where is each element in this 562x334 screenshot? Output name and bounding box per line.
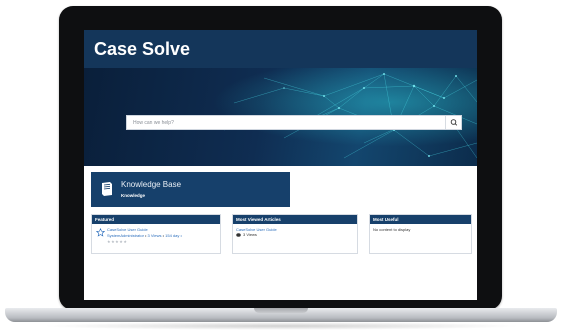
portal-header: Case Solve bbox=[84, 30, 477, 68]
featured-age: 154 day bbox=[165, 233, 180, 238]
most-viewed-views: 3 Views bbox=[243, 232, 257, 237]
search-bar bbox=[126, 115, 462, 130]
laptop-frame: Case Solve How can we help? Knowledge Ba… bbox=[0, 0, 562, 334]
book-icon bbox=[102, 182, 112, 196]
featured-panel-title: Featured bbox=[92, 215, 220, 224]
most-useful-panel: Most Useful No content to display bbox=[369, 214, 472, 254]
featured-rating-stars[interactable]: ★★★★★ bbox=[107, 239, 219, 245]
most-viewed-panel: Most Viewed Articles CaseSolve User Guid… bbox=[232, 214, 358, 254]
most-useful-panel-title: Most Useful bbox=[370, 215, 471, 224]
search-icon bbox=[450, 119, 458, 126]
search-button[interactable] bbox=[445, 116, 461, 129]
laptop-screen: Case Solve How can we help? Knowledge Ba… bbox=[84, 30, 477, 300]
laptop-shadow bbox=[40, 322, 522, 330]
meta-separator: • bbox=[180, 233, 182, 238]
most-viewed-panel-body: CaseSolve User Guide 3 Views bbox=[233, 224, 357, 240]
laptop-notch bbox=[254, 308, 308, 313]
most-viewed-views-line: 3 Views bbox=[236, 232, 354, 237]
search-input[interactable] bbox=[127, 116, 445, 129]
knowledge-base-tile[interactable]: Knowledge Base Knowledge bbox=[91, 172, 290, 207]
favorite-star-icon[interactable] bbox=[96, 228, 105, 237]
most-useful-empty-text: No content to display bbox=[373, 227, 411, 232]
most-viewed-panel-title: Most Viewed Articles bbox=[233, 215, 357, 224]
featured-article: CaseSolve User Guide SystemAdministrator… bbox=[107, 227, 219, 245]
featured-article-link[interactable]: CaseSolve User Guide bbox=[107, 227, 148, 232]
knowledge-base-subtitle: Knowledge bbox=[121, 193, 146, 198]
eye-icon bbox=[236, 232, 241, 237]
featured-panel-body: CaseSolve User Guide SystemAdministrator… bbox=[92, 224, 220, 259]
hero-banner bbox=[84, 68, 477, 166]
portal-title: Case Solve bbox=[94, 39, 191, 59]
featured-author-link[interactable]: SystemAdministrator bbox=[107, 233, 144, 238]
knowledge-base-title: Knowledge Base bbox=[121, 180, 182, 189]
featured-views: 3 Views bbox=[147, 233, 162, 238]
featured-panel: Featured CaseSolve User Guide SystemAdmi… bbox=[91, 214, 221, 254]
